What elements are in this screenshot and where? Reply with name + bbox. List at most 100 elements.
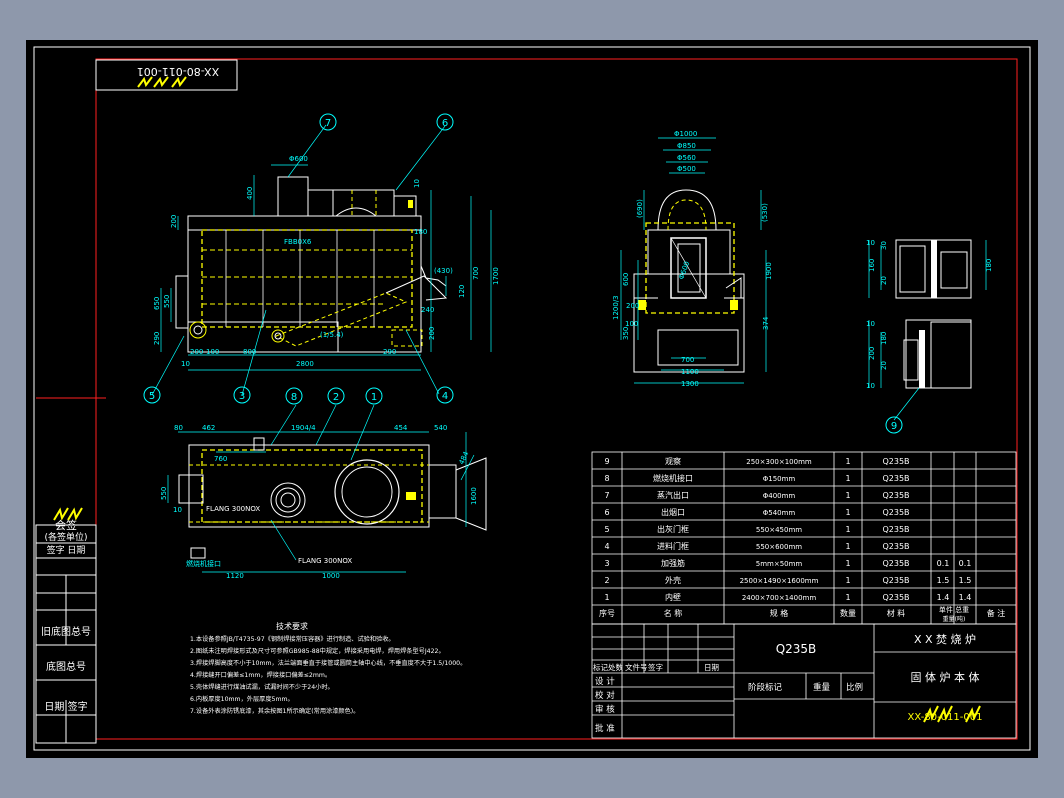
flange-label-2: FLANG 300NOX [298, 557, 352, 565]
tech-note-7: 7.设备外表涂防锈底漆，其余按图1所示确定(常用涂漆颜色)。 [190, 707, 359, 715]
bom-cell-name: 外壳 [665, 575, 681, 585]
bom-cell-unit: 1.4 [937, 593, 950, 602]
bom-header-weight: 单件 总重 [939, 605, 969, 614]
dim-v484: 484 [458, 450, 471, 466]
detail-view: 10 160 20 30 180 10 200 10 20 180 9 [866, 239, 993, 434]
plan-view: 80 462 1904/4 454 540 760 1120 1000 550 … [160, 387, 487, 580]
callout-1: 1 [371, 392, 377, 403]
bom-cell-qty: 1 [845, 457, 850, 466]
material-title: Q235B [776, 642, 817, 656]
bom-cell-no: 2 [604, 576, 609, 585]
label-revision: 标记处数 [593, 662, 623, 672]
side-view: Φ1000 Φ850 Φ560 Φ500 (690) (530) Φ600 12… [612, 130, 773, 388]
dim-h350: 350 [622, 327, 630, 340]
bom-cell-spec: 2500×1490×1600mm [740, 577, 819, 585]
dim-h1200: 1200/3 [612, 295, 620, 320]
dim-h600: 600 [622, 273, 630, 286]
top-left-stamp: XX-80-011-001 [95, 59, 238, 91]
tech-note-5: 5.壳体焊缝进行煤油试漏，试漏时间不少于24小时。 [190, 683, 334, 691]
dim-w200: 200 [190, 348, 203, 356]
bom-cell-material: Q235B [882, 457, 909, 466]
signature-label: 会签 [55, 518, 77, 532]
detail-dim-10: 10 [866, 239, 875, 247]
drawing-sheet: XX-80-011-001 会签 (各签单位) 签字 日期 旧底图总号 底图总号… [26, 40, 1038, 758]
dim-r430: (430) [434, 267, 453, 275]
callout-6: 6 [442, 118, 448, 129]
dim-slope: (1/5.4) [320, 331, 344, 339]
bom-cell-name: 观察 [665, 456, 681, 466]
dim-v1600: 1600 [470, 487, 478, 505]
detail-dim-b20: 20 [880, 361, 888, 370]
outer-border [33, 46, 1031, 751]
label-stage: 阶段标记 [748, 682, 783, 693]
tech-notes-title: 技术要求 [276, 621, 308, 631]
company-name: X X 焚 烧 炉 [914, 633, 976, 646]
dim-r240: 240 [421, 306, 434, 314]
bom-header-spec: 规 格 [770, 608, 789, 618]
bom-header-remark: 备 注 [987, 608, 1006, 618]
bom-cell-spec: Φ540mm [763, 509, 796, 517]
bom-cell-unit: 0.1 [937, 559, 950, 568]
bom-cell-name: 加强筋 [661, 558, 685, 568]
dim-w1000: 1000 [322, 572, 340, 580]
base-number-label: 底图总号 [46, 660, 86, 673]
label-review: 审 核 [595, 704, 615, 715]
label-design: 设 计 [595, 676, 615, 687]
bom-cell-material: Q235B [882, 542, 909, 551]
callout-3: 3 [239, 391, 245, 402]
tech-note-4: 4.焊接缝开口偏差≤1mm，焊接接口偏差≤2mm。 [190, 671, 331, 679]
dim-r1900: 1900 [765, 262, 773, 280]
drawing-name: 固 体 炉 本 体 [911, 670, 980, 684]
callout-4: 4 [442, 391, 448, 402]
dim-v650: 650 [153, 297, 161, 310]
bom-cell-qty: 1 [845, 508, 850, 517]
dim-d1000: Φ1000 [674, 130, 697, 138]
tech-note-6: 6.内板厚度10mm，外层厚度5mm。 [190, 695, 294, 703]
sign-date-label: 签字 日期 [47, 544, 86, 556]
bom-cell-qty: 1 [845, 525, 850, 534]
bom-cell-spec: 550×600mm [756, 543, 802, 551]
dim-w760: 760 [214, 455, 227, 463]
callout-5: 5 [149, 391, 155, 402]
bom-cell-name: 内壁 [665, 592, 681, 602]
dim-h530: (530) [761, 203, 769, 222]
bom-cell-name: 蒸汽出口 [657, 490, 689, 500]
technical-requirements: 技术要求 1.本设备参照JB/T4735-97《钢制焊接常压容器》进行制造、试验… [190, 621, 466, 715]
bom-cell-unit: 1.5 [937, 576, 950, 585]
dim-v10: 10 [181, 360, 190, 368]
bom-cell-name: 出灰门框 [657, 524, 689, 534]
dim-v550-plan: 550 [160, 487, 168, 500]
callout-7: 7 [325, 118, 331, 129]
dim-w462: 462 [202, 424, 215, 432]
dim-h200: 200 [170, 215, 178, 228]
callout-8: 8 [291, 392, 297, 403]
dim-d600: Φ600 [289, 155, 308, 163]
dim-v10-plan: 10 [173, 506, 182, 514]
label-approve: 批 准 [595, 723, 615, 734]
bom-cell-spec: 550×450mm [756, 526, 802, 534]
bom-cell-material: Q235B [882, 491, 909, 500]
dim-v550: 550 [163, 295, 171, 308]
detail-dim-b200: 200 [868, 347, 876, 360]
detail-dim-180: 180 [985, 259, 993, 272]
callout-9: 9 [891, 421, 897, 432]
dim-v290: 290 [153, 332, 161, 345]
bom-cell-name: 燃烧机接口 [653, 473, 693, 483]
dim-w1904: 1904/4 [291, 424, 316, 432]
dim-r374: 374 [762, 316, 770, 330]
dim-w1300: 1300 [681, 380, 699, 388]
bom-cell-qty: 1 [845, 474, 850, 483]
dim-r180: 180 [414, 228, 427, 236]
dim-d850: Φ850 [677, 142, 696, 150]
bom-cell-material: Q235B [882, 508, 909, 517]
dim-w540: 540 [434, 424, 447, 432]
bill-of-materials: 9 观察 250×300×100mm 1 Q235B 8 燃烧机接口 Φ150mm 1 Q235B… [591, 451, 1017, 625]
front-view: Φ600 400 200 FBB0X6 650 550 290 10 200 1… [143, 113, 500, 404]
bom-cell-material: Q235B [882, 576, 909, 585]
dim-h200-side: 200 [626, 302, 639, 310]
bom-cell-name: 进料门框 [657, 541, 689, 551]
label-scale: 比例 [846, 682, 863, 693]
bom-cell-name: 出烟口 [661, 507, 685, 517]
tech-note-2: 2.图纸未注明焊接形式及尺寸可参照GB985-88中规定，焊接采用电焊，焊用焊条… [190, 647, 445, 655]
dim-w454: 454 [394, 424, 408, 432]
